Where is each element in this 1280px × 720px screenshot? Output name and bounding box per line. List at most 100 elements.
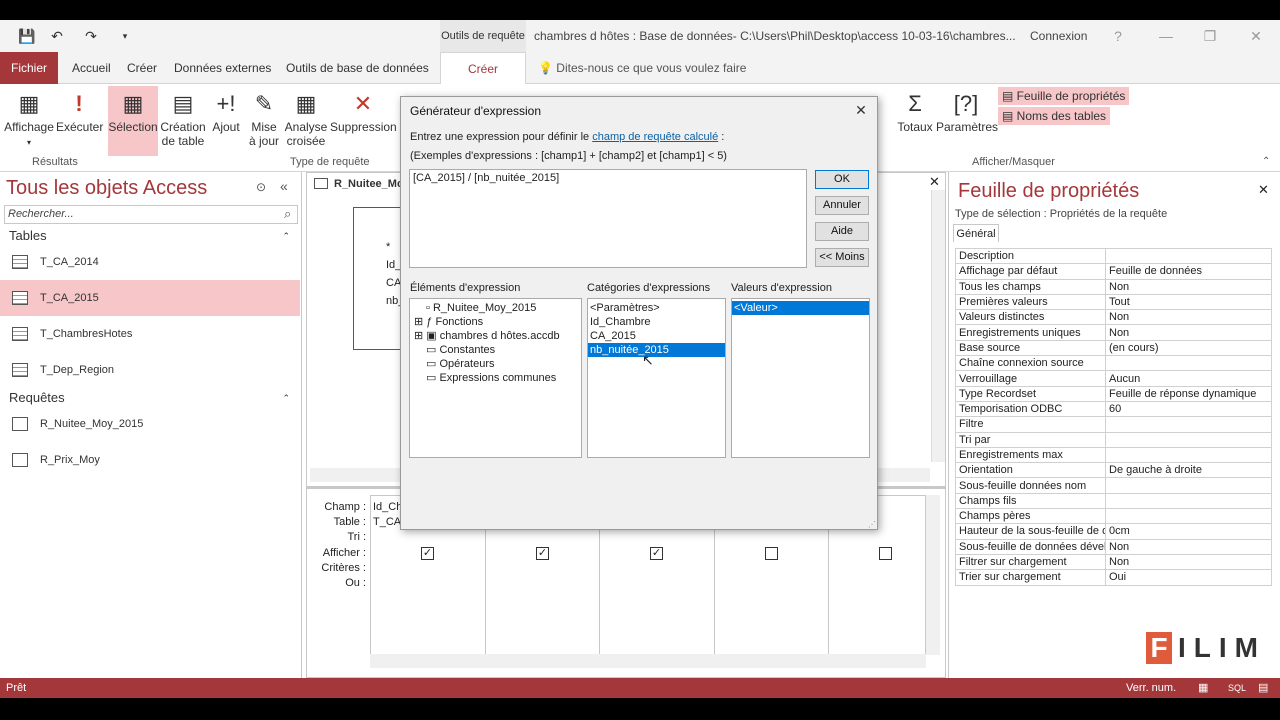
property-value[interactable]: Tout (1105, 293, 1272, 311)
tab-fichier[interactable]: Fichier (0, 52, 58, 84)
afficher-checkbox-3[interactable]: ✓ (650, 547, 663, 560)
property-value[interactable]: Non (1105, 324, 1272, 341)
search-icon[interactable]: ⌕ (284, 206, 291, 222)
tab-outils-bd[interactable]: Outils de base de données (286, 52, 429, 84)
tree-item-database[interactable]: ⊞ ▣ chambres d hôtes.accdb (410, 329, 581, 343)
nav-item-t-dep-region[interactable]: T_Dep_Region (0, 352, 300, 388)
afficher-checkbox-2[interactable]: ✓ (536, 547, 549, 560)
instr-link[interactable]: champ de requête calculé (592, 131, 718, 143)
aide-button[interactable]: Aide (815, 222, 869, 241)
tree-item-expressions-communes[interactable]: ▭ Expressions communes (410, 371, 581, 385)
property-value[interactable]: Non (1105, 309, 1272, 326)
valeur-item-selected[interactable]: <Valeur> (732, 301, 869, 315)
minimize-button[interactable]: — (1146, 20, 1186, 52)
creation-table-button[interactable]: ▤ Création de table (158, 86, 208, 156)
property-value[interactable]: (en cours) (1105, 339, 1272, 357)
expand-icon[interactable]: ⊞ (414, 330, 423, 342)
nav-menu-chevron-icon[interactable]: ⊙ (256, 180, 266, 194)
property-row[interactable]: Premières valeurs Tout (955, 293, 1272, 311)
property-row[interactable]: Temporisation ODBC 60 (955, 400, 1272, 418)
property-value[interactable]: Oui (1105, 569, 1272, 586)
property-row[interactable]: Affichage par défaut Feuille de données (955, 263, 1272, 280)
nav-search-input[interactable]: Rechercher... (4, 205, 298, 224)
property-value[interactable] (1105, 508, 1272, 525)
tab-donnees-externes[interactable]: Données externes (174, 52, 271, 84)
property-row[interactable]: Orientation De gauche à droite (955, 462, 1272, 479)
property-value[interactable]: Aucun (1105, 370, 1272, 387)
property-value[interactable]: Feuille de réponse dynamique (1105, 385, 1272, 402)
property-row[interactable]: Enregistrements uniques Non (955, 324, 1272, 341)
property-row[interactable]: Description (955, 247, 1272, 265)
affichage-button[interactable]: ▦ Affichage ▾ (2, 86, 56, 156)
property-value[interactable] (1105, 247, 1272, 265)
tree-item-constantes[interactable]: ▭ Constantes (410, 343, 581, 357)
property-value[interactable]: De gauche à droite (1105, 462, 1272, 479)
property-row[interactable]: Sous-feuille données nom (955, 477, 1272, 494)
query-document-tab[interactable]: R_Nuitee_Mo (310, 174, 410, 194)
property-value[interactable]: Non (1105, 553, 1272, 571)
nav-item-t-ca-2014[interactable]: T_CA_2014 (0, 244, 300, 280)
property-row[interactable]: Chaîne connexion source (955, 355, 1272, 372)
resize-grip-icon[interactable]: ⋰ (868, 520, 876, 529)
property-value[interactable] (1105, 446, 1272, 464)
property-row[interactable]: Champs pères (955, 508, 1272, 525)
totaux-button[interactable]: Σ Totaux (896, 86, 934, 156)
property-value[interactable]: Feuille de données (1105, 263, 1272, 280)
afficher-checkbox-1[interactable]: ✓ (421, 547, 434, 560)
property-value[interactable]: Non (1105, 278, 1272, 295)
noms-tables-button[interactable]: ▤ Noms des tables (998, 107, 1111, 125)
nav-item-r-prix-moy[interactable]: R_Prix_Moy (0, 442, 300, 478)
tab-accueil[interactable]: Accueil (72, 52, 111, 84)
tab-general[interactable]: Général (953, 224, 999, 242)
property-row[interactable]: Base source (en cours) (955, 339, 1272, 357)
help-button[interactable]: ? (1098, 20, 1138, 52)
property-row[interactable]: Verrouillage Aucun (955, 370, 1272, 387)
category-item[interactable]: <Paramètres> (588, 301, 725, 315)
close-document-icon[interactable]: ✕ (929, 174, 940, 190)
ok-button[interactable]: OK (815, 170, 869, 189)
property-value[interactable] (1105, 416, 1272, 433)
save-icon[interactable]: 💾 (18, 27, 36, 45)
ajout-button[interactable]: +! Ajout (208, 86, 244, 156)
property-value[interactable] (1105, 492, 1272, 510)
feuille-proprietes-button[interactable]: ▤ Feuille de propriétés (998, 87, 1130, 105)
property-value[interactable] (1105, 477, 1272, 494)
nav-item-t-ca-2015[interactable]: T_CA_2015 (0, 280, 300, 316)
moins-button[interactable]: << Moins (815, 248, 869, 267)
property-row[interactable]: Hauteur de la sous-feuille de do 0cm (955, 523, 1272, 540)
parametres-button[interactable]: [?] Paramètres (936, 86, 998, 156)
tree-item-fonctions[interactable]: ⊞ ƒ Fonctions (410, 315, 581, 329)
tab-creer[interactable]: Créer (127, 52, 157, 84)
property-row[interactable]: Tous les champs Non (955, 278, 1272, 295)
restore-button[interactable]: ❐ (1190, 20, 1230, 52)
nav-item-t-chambreshotes[interactable]: T_ChambresHotes (0, 316, 300, 352)
dialog-close-icon[interactable]: ✕ (852, 102, 870, 120)
expand-icon[interactable]: ⊞ (414, 316, 423, 328)
expression-input[interactable]: [CA_2015] / [nb_nuitée_2015] (409, 169, 807, 268)
nav-item-r-nuitee-moy-2015[interactable]: R_Nuitee_Moy_2015 (0, 406, 300, 442)
design-view-icon[interactable]: ▤ (1258, 678, 1268, 698)
grid-vertical-scrollbar[interactable] (926, 495, 940, 655)
executer-button[interactable]: ! Exécuter (56, 86, 103, 156)
afficher-checkbox-4[interactable] (765, 547, 778, 560)
property-row[interactable]: Enregistrements max (955, 446, 1272, 464)
analyse-croisee-button[interactable]: ▦ Analyse croisée (284, 86, 328, 156)
nav-title[interactable]: Tous les objets Access (6, 177, 207, 200)
grid-horizontal-scrollbar[interactable] (370, 654, 926, 668)
property-value[interactable]: 60 (1105, 400, 1272, 418)
tab-creer-active[interactable]: Créer (440, 52, 526, 85)
property-value[interactable]: Non (1105, 538, 1272, 555)
property-row[interactable]: Filtrer sur chargement Non (955, 553, 1272, 571)
property-row[interactable]: Trier sur chargement Oui (955, 569, 1272, 586)
sql-view-button[interactable]: SQL (1228, 678, 1246, 698)
property-row[interactable]: Champs fils (955, 492, 1272, 510)
close-window-button[interactable]: ✕ (1236, 20, 1276, 52)
redo-icon[interactable]: ↷ (82, 27, 100, 45)
category-item[interactable]: Id_Chambre (588, 315, 725, 329)
close-property-sheet-icon[interactable]: ✕ (1258, 182, 1269, 198)
connexion-link[interactable]: Connexion (1030, 20, 1087, 52)
mise-a-jour-button[interactable]: ✎ Mise à jour (246, 86, 282, 156)
property-value[interactable] (1105, 431, 1272, 448)
property-row[interactable]: Valeurs distinctes Non (955, 309, 1272, 326)
property-value[interactable] (1105, 355, 1272, 372)
